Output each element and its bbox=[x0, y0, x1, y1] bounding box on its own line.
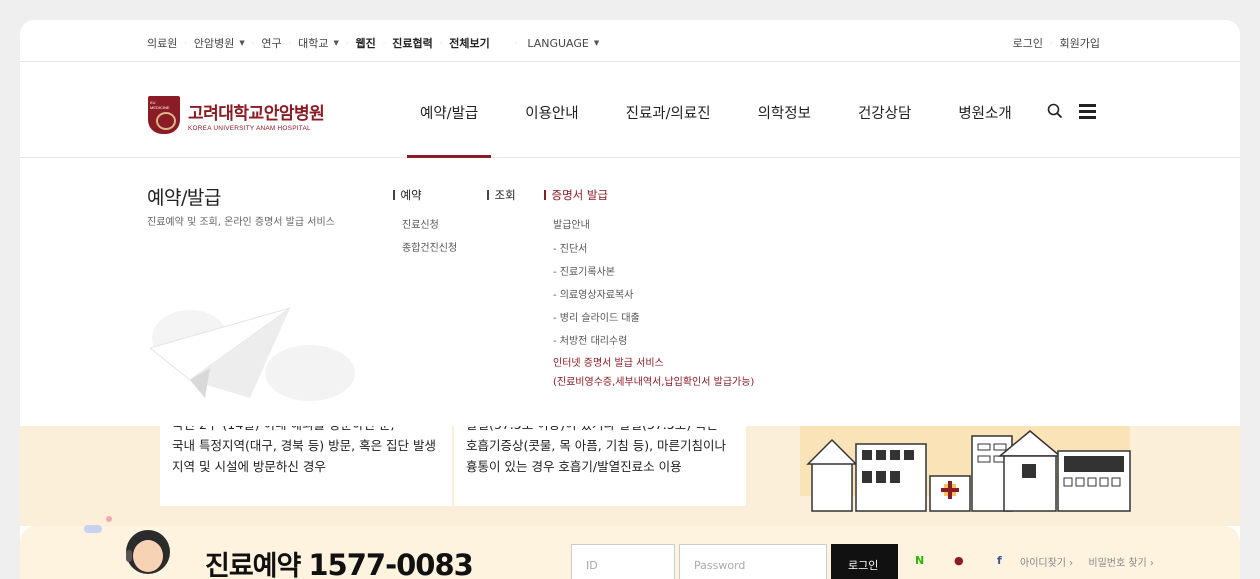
logo-name-ko: 고려대학교안암병원 bbox=[188, 103, 325, 124]
dropdown-arrow-icon[interactable]: ▼ bbox=[334, 39, 339, 47]
menu-item[interactable]: - 의료영상자료복사 bbox=[553, 286, 633, 301]
emblem-text-medicine: MEDICINE bbox=[150, 105, 170, 110]
utility-link[interactable]: 연구 bbox=[261, 35, 281, 51]
notice-line: 국내 특정지역(대구, 경북 등) 방문, 혹은 집단 발생 bbox=[172, 438, 437, 453]
utility-links: 의료원 · 안암병원 ▼ · 연구 · 대학교 ▼ · 웹진 · 진료협력 · 전체보기 · LANGUAGE ▼ bbox=[147, 35, 599, 51]
naver-icon[interactable]: N bbox=[915, 554, 924, 567]
menu-col-reservation[interactable]: 예약 bbox=[393, 187, 422, 203]
menu-item[interactable]: - 진단서 bbox=[553, 240, 587, 255]
facebook-icon[interactable]: f bbox=[997, 554, 1002, 567]
account-links: 로그인 · 회원가입 bbox=[1013, 35, 1100, 51]
separator-dot: · bbox=[382, 38, 386, 48]
utility-link[interactable]: 안암병원 bbox=[194, 35, 234, 51]
global-nav: 예약/발급 이용안내 진료과/의료진 의학정보 건강상담 병원소개 bbox=[420, 102, 1059, 123]
logo-name-en: KOREA UNIVERSITY ANAM HOSPITAL bbox=[188, 124, 311, 132]
browser-frame: 의료원 · 안암병원 ▼ · 연구 · 대학교 ▼ · 웹진 · 진료협력 · 전체보기 · LANGUAGE ▼… bbox=[20, 20, 1240, 579]
separator-dot: · bbox=[1049, 38, 1053, 48]
search-icon[interactable] bbox=[1047, 103, 1063, 123]
notice-line: 호흡기증상(콧물, 목 아픔, 기침 등), 마른기침이나 bbox=[466, 438, 727, 453]
menu-item[interactable]: - 병리 슬라이드 대출 bbox=[553, 309, 640, 324]
gnb-item[interactable]: 건강상담 bbox=[858, 102, 911, 123]
reservation-phone: 진료예약 1577-0083 bbox=[205, 544, 474, 579]
menu-col-certificate-label: 증명서 발급 bbox=[551, 188, 609, 202]
notice-card-travel: 국민 2주 (14일) 이내 해외를 방문하신 분, 국내 특정지역(대구, 경… bbox=[160, 426, 452, 506]
hamburger-menu-icon[interactable] bbox=[1079, 104, 1096, 122]
notice-line: 국민 2주 (14일) 이내 해외를 방문하신 분, bbox=[172, 426, 452, 435]
mega-menu-title: 예약/발급 bbox=[147, 187, 221, 209]
gnb-item[interactable]: 예약/발급 bbox=[420, 102, 478, 123]
menu-item[interactable]: - 진료기록사본 bbox=[553, 263, 615, 278]
paper-plane-illustration bbox=[150, 307, 355, 401]
menu-item[interactable]: - 처방전 대리수령 bbox=[553, 332, 627, 347]
hospital-building-illustration bbox=[800, 426, 1131, 512]
hospital-logo[interactable]: KU MEDICINE 고려대학교안암병원 KOREA UNIVERSITY AN… bbox=[148, 96, 325, 134]
menu-item[interactable]: 종합건진신청 bbox=[402, 239, 457, 254]
kakao-icon[interactable]: ● bbox=[954, 554, 964, 567]
find-account-links: 아이디찾기 › 비밀번호 찾기 › bbox=[1020, 554, 1154, 569]
menu-col-reservation-label: 예약 bbox=[400, 188, 422, 202]
site-header: KU MEDICINE 고려대학교안암병원 KOREA UNIVERSITY AN… bbox=[20, 62, 1240, 158]
separator-dot: · bbox=[288, 38, 292, 48]
login-link[interactable]: 로그인 bbox=[1013, 35, 1043, 51]
chat-bubble-icon bbox=[84, 525, 102, 533]
language-selector[interactable]: · LANGUAGE ▼ bbox=[508, 37, 599, 50]
password-input[interactable]: Password bbox=[679, 544, 827, 579]
separator-dot: · bbox=[514, 38, 518, 48]
covid-notice-banner: 국민 2주 (14일) 이내 해외를 방문하신 분, 국내 특정지역(대구, 경… bbox=[20, 426, 1240, 526]
gnb-item[interactable]: 이용안내 bbox=[525, 102, 578, 123]
dropdown-arrow-icon: ▼ bbox=[593, 39, 600, 47]
notice-card-symptoms: 발열(37.5도 이상)이 있거나 발열(37.5도) 혹은 호흡기증상(콧물,… bbox=[454, 426, 746, 506]
separator-dot: · bbox=[251, 38, 255, 48]
join-link[interactable]: 회원가입 bbox=[1060, 35, 1100, 51]
find-id-link[interactable]: 아이디찾기 › bbox=[1020, 558, 1073, 569]
login-button[interactable]: 로그인 bbox=[831, 544, 898, 579]
internet-certificate-note[interactable]: (진료비영수증,세부내역서,납입확인서 발급가능) bbox=[553, 373, 754, 388]
ku-medicine-emblem-icon: KU MEDICINE bbox=[148, 96, 180, 134]
mega-menu: 예약/발급 진료예약 및 조회, 온라인 증명서 발급 서비스 예약 진료신청 … bbox=[20, 158, 1240, 426]
id-input[interactable]: ID bbox=[571, 544, 675, 579]
call-center-agent-avatar bbox=[126, 530, 170, 574]
utility-link[interactable]: 진료협력 bbox=[392, 35, 432, 51]
utility-link[interactable]: 의료원 bbox=[147, 35, 177, 51]
utility-link[interactable]: 웹진 bbox=[355, 35, 375, 51]
reservation-number[interactable]: 1577-0083 bbox=[308, 548, 473, 579]
utility-link[interactable]: 대학교 bbox=[298, 35, 328, 51]
dropdown-arrow-icon[interactable]: ▼ bbox=[239, 39, 244, 47]
utility-bar: 의료원 · 안암병원 ▼ · 연구 · 대학교 ▼ · 웹진 · 진료협력 · 전체보기 · LANGUAGE ▼… bbox=[20, 20, 1240, 62]
separator-dot: · bbox=[184, 38, 187, 48]
separator-dot: · bbox=[345, 38, 349, 48]
mega-menu-subtitle: 진료예약 및 조회, 온라인 증명서 발급 서비스 bbox=[147, 217, 335, 228]
notice-line: 발열(37.5도 이상)이 있거나 발열(37.5도) 혹은 bbox=[466, 426, 746, 435]
utility-link[interactable]: 전체보기 bbox=[449, 35, 489, 51]
menu-item[interactable]: 진료신청 bbox=[402, 216, 439, 231]
menu-item[interactable]: 발급안내 bbox=[553, 216, 590, 231]
internet-certificate-link[interactable]: 인터넷 증명서 발급 서비스 bbox=[553, 354, 664, 369]
separator-dot: · bbox=[439, 38, 443, 48]
language-label: LANGUAGE bbox=[527, 36, 589, 50]
gnb-item[interactable]: 병원소개 bbox=[958, 102, 1011, 123]
find-password-link[interactable]: 비밀번호 찾기 › bbox=[1088, 558, 1154, 569]
gnb-item[interactable]: 진료과/의료진 bbox=[626, 102, 711, 123]
reservation-label: 진료예약 bbox=[205, 551, 301, 579]
menu-col-inquiry[interactable]: 조회 bbox=[487, 187, 516, 203]
menu-col-inquiry-label: 조회 bbox=[494, 188, 516, 202]
decorative-dot bbox=[106, 516, 112, 522]
gnb-item[interactable]: 의학정보 bbox=[758, 102, 811, 123]
notice-line: 지역 및 시설에 방문하신 경우 bbox=[172, 459, 326, 474]
menu-col-certificate[interactable]: 증명서 발급 bbox=[544, 187, 608, 203]
notice-line: 흉통이 있는 경우 호흡기/발열진료소 이용 bbox=[466, 459, 682, 474]
